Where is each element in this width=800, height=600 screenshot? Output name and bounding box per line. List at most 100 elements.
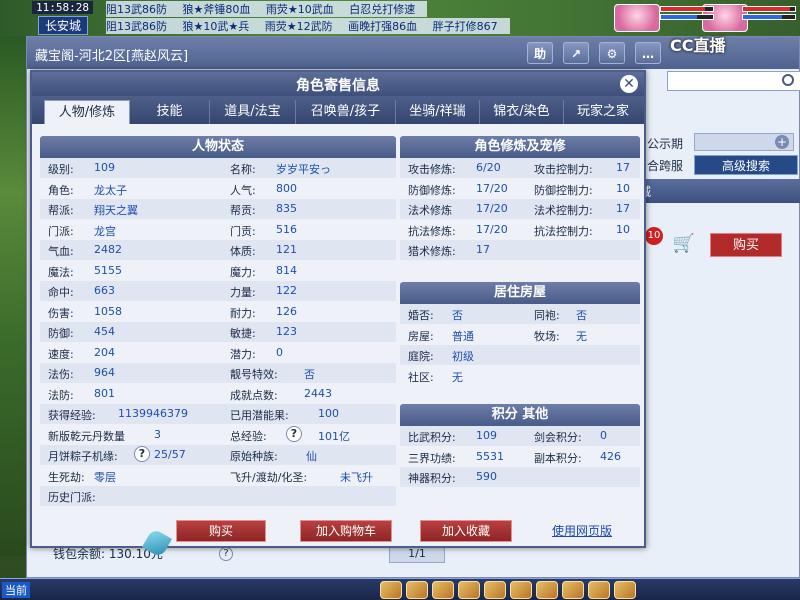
field-value: 2482	[94, 243, 122, 256]
table-row: 防御修炼: 17/20 防御控制力: 10	[400, 178, 640, 199]
field-value: 无	[576, 329, 587, 343]
count-badge: 10	[645, 227, 663, 245]
field-label: 抗法控制力:	[534, 224, 593, 238]
field-label: 门派:	[48, 224, 74, 238]
field-value: 5155	[94, 263, 122, 277]
help-question-icon[interactable]: ?	[134, 446, 150, 462]
tab-items[interactable]: 道具/法宝	[210, 100, 296, 124]
chat-button[interactable]: …	[635, 42, 661, 64]
field-label: 历史门派:	[48, 491, 96, 504]
pet-health-bar	[660, 6, 714, 12]
toolbar-quest-icon[interactable]	[536, 581, 558, 599]
current-channel-label[interactable]: 当前	[2, 582, 30, 598]
tab-mounts[interactable]: 坐骑/祥瑞	[396, 100, 480, 124]
tab-outfits[interactable]: 锦衣/染色	[480, 100, 564, 124]
field-value: 17	[616, 202, 630, 215]
field-value: 未飞升	[340, 470, 373, 484]
field-label: 人气:	[230, 183, 256, 197]
search-input[interactable]	[667, 71, 800, 91]
field-value: 0	[600, 429, 607, 442]
field-value: 1139946379	[118, 407, 188, 420]
add-to-cart-button[interactable]: 加入购物车	[300, 520, 392, 542]
use-web-version-link[interactable]: 使用网页版	[552, 522, 612, 539]
plus-icon: +	[775, 135, 789, 149]
table-row: 月饼粽子机缘: 25/57 原始种族: 仙?	[40, 445, 396, 465]
dialog-tabs: 人物/修炼 技能 道具/法宝 召唤兽/孩子 坐骑/祥瑞 锦衣/染色 玩家之家	[32, 96, 644, 124]
ticker-row: 阻13武86防 狼★10武★兵 雨荧★12武防 画晚打强86血 胖子打修867	[106, 18, 510, 34]
field-label: 房屋:	[408, 329, 434, 343]
toolbar-friend-icon[interactable]	[588, 581, 610, 599]
field-label: 法术修炼	[408, 204, 452, 217]
share-button[interactable]: ↗	[563, 42, 589, 64]
ticker-message: 阻13武86防	[106, 20, 167, 33]
advanced-search-button[interactable]: 高级搜索	[694, 155, 798, 175]
table-row: 攻击修炼: 6/20 攻击控制力: 17	[400, 158, 640, 178]
field-label: 耐力:	[230, 306, 256, 320]
tab-player-home[interactable]: 玩家之家	[564, 100, 642, 124]
table-row: 获得经验: 1139946379 已用潜能果: 100	[40, 404, 396, 424]
close-icon[interactable]: ✕	[620, 75, 638, 93]
housing-table: 婚否: 否同袍: 否房屋: 普通 牧场: 无庭院: 初级 社区: 无	[400, 304, 640, 394]
field-value: 龙太子	[94, 183, 127, 197]
field-label: 成就点数:	[230, 388, 278, 402]
table-row: 速度: 204 潜力: 0	[40, 342, 396, 363]
ticker-message: 胖子打修867	[432, 20, 498, 33]
field-value: 2443	[304, 386, 332, 400]
pet-mana-bar	[660, 14, 714, 20]
field-value: 801	[94, 386, 115, 400]
field-value: 101亿	[318, 429, 350, 443]
field-value: 零层	[94, 470, 116, 484]
toolbar-pet-icon[interactable]	[510, 581, 532, 599]
table-row: 新版乾元丹数量 3 总经验: 101亿?	[40, 424, 396, 445]
toolbar-item-icon[interactable]	[406, 581, 428, 599]
field-value: 17	[476, 243, 490, 256]
field-label: 攻击控制力:	[534, 163, 593, 176]
toolbar-attack-icon[interactable]	[380, 581, 402, 599]
field-label: 月饼粽子机缘:	[48, 450, 118, 463]
field-label: 获得经验:	[48, 409, 96, 422]
field-label: 生死劫:	[48, 470, 85, 484]
field-value: 122	[276, 284, 297, 297]
toolbar-give-icon[interactable]	[432, 581, 454, 599]
buy-button[interactable]: 购买	[176, 520, 266, 542]
public-period-label: 公示期	[647, 137, 684, 151]
table-row: 角色: 龙太子 人气: 800	[40, 178, 396, 199]
help-question-icon[interactable]: ?	[286, 425, 302, 442]
bottom-toolbar	[380, 581, 636, 599]
field-value: 岁岁平安っ	[276, 163, 331, 176]
field-value: 无	[452, 370, 463, 384]
field-value: 17	[616, 161, 630, 174]
field-label: 防御修炼:	[408, 183, 456, 197]
field-label: 伤害:	[48, 306, 74, 320]
tab-skills[interactable]: 技能	[130, 100, 210, 124]
toolbar-gang-icon[interactable]	[562, 581, 584, 599]
cart-icon[interactable]: 🛒	[671, 233, 697, 255]
toolbar-trade-icon[interactable]	[458, 581, 480, 599]
public-period-select[interactable]: +	[694, 133, 794, 151]
toolbar-team-icon[interactable]	[484, 581, 506, 599]
field-value: 翔天之翼	[94, 204, 138, 217]
tab-character-cultivation[interactable]: 人物/修炼	[44, 100, 130, 124]
field-label: 魔法:	[48, 265, 74, 279]
field-label: 已用潜能果:	[230, 409, 289, 422]
settings-button[interactable]: ⚙	[599, 42, 625, 64]
add-to-favorites-button[interactable]: 加入收藏	[420, 520, 512, 542]
table-row: 房屋: 普通 牧场: 无	[400, 324, 640, 345]
help-question-icon[interactable]: ?	[219, 547, 233, 561]
field-label: 总经验:	[230, 429, 267, 443]
ticker-message: 狼★斧锤80血	[182, 3, 251, 16]
toolbar-system-icon[interactable]	[614, 581, 636, 599]
help-button[interactable]: 助	[527, 42, 553, 64]
ticker-message: 画晚打强86血	[348, 20, 418, 33]
player-mp-bar	[742, 14, 796, 20]
field-label: 帮派:	[48, 204, 74, 217]
character-status-header: 人物状态	[40, 136, 396, 158]
table-row: 神器积分: 590	[400, 467, 640, 487]
list-buy-button[interactable]: 购买	[710, 233, 782, 257]
player-hp-bar	[742, 6, 796, 12]
pet-avatar[interactable]	[614, 4, 660, 32]
field-value: 25/57	[154, 448, 186, 461]
table-row: 庭院: 初级	[400, 345, 640, 365]
tab-summons[interactable]: 召唤兽/孩子	[296, 100, 396, 124]
ticker-row: 阻13武86防 狼★斧锤80血 雨荧★10武血 白忍兑打修速	[106, 1, 428, 17]
